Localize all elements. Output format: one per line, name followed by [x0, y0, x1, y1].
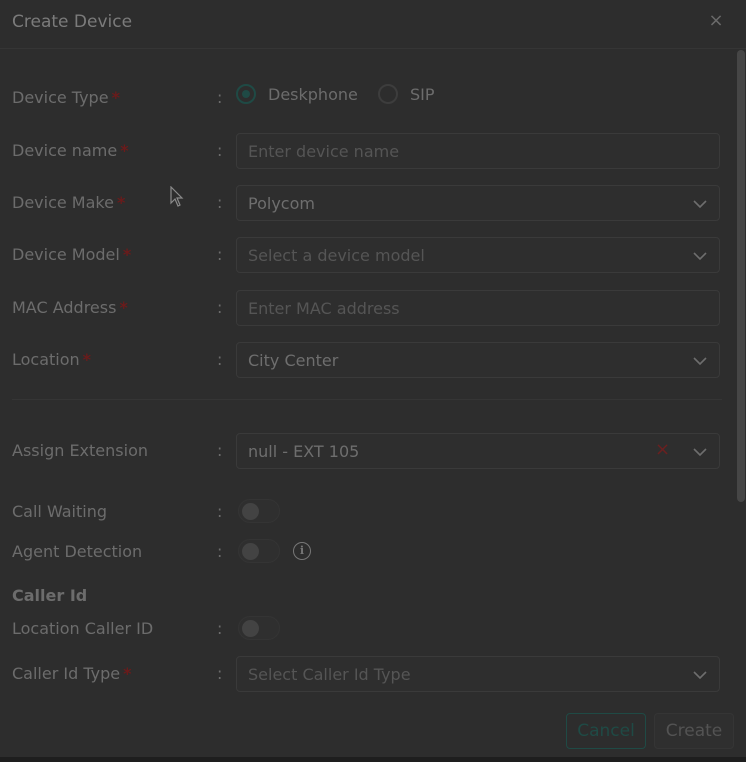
- location-value: City Center: [248, 351, 339, 370]
- colon: :: [217, 502, 223, 521]
- assign-extension-value: null - EXT 105: [248, 442, 360, 461]
- location-caller-id-row: Location Caller ID :: [0, 615, 734, 651]
- colon: :: [217, 193, 223, 212]
- radio-unselected-icon[interactable]: [378, 84, 398, 104]
- radio-sip[interactable]: SIP: [378, 82, 435, 106]
- device-make-row: Device Make * : Polycom: [0, 185, 734, 221]
- radio-selected-icon[interactable]: [236, 84, 256, 104]
- caller-id-type-select[interactable]: Select Caller Id Type: [236, 656, 720, 692]
- agent-detection-toggle[interactable]: [238, 539, 280, 563]
- colon: :: [217, 245, 223, 264]
- call-waiting-label: Call Waiting: [12, 502, 108, 521]
- create-device-dialog: Create Device × Device Type * : Deskphone…: [0, 0, 746, 762]
- caller-id-section-title: Caller Id: [12, 586, 88, 605]
- device-make-value: Polycom: [248, 194, 315, 213]
- section-divider: [12, 399, 722, 400]
- device-name-placeholder: Enter device name: [248, 142, 400, 161]
- colon: :: [217, 350, 223, 369]
- device-model-placeholder: Select a device model: [248, 246, 425, 265]
- caller-id-type-label: Caller Id Type *: [12, 664, 132, 683]
- mac-address-row: MAC Address * : Enter MAC address: [0, 290, 734, 326]
- mouse-pointer-icon: [170, 185, 184, 212]
- chevron-down-icon[interactable]: [693, 249, 707, 263]
- call-waiting-toggle[interactable]: [238, 499, 280, 523]
- mac-address-input[interactable]: Enter MAC address: [236, 290, 720, 326]
- dialog-header: Create Device ×: [0, 0, 746, 49]
- cancel-button[interactable]: Cancel: [566, 713, 646, 749]
- toggle-knob: [242, 503, 259, 520]
- info-icon[interactable]: i: [293, 542, 311, 560]
- close-icon[interactable]: ×: [708, 12, 724, 30]
- colon: :: [217, 619, 223, 638]
- radio-sip-label: SIP: [410, 84, 435, 104]
- call-waiting-row: Call Waiting :: [0, 498, 734, 534]
- device-model-label: Device Model *: [12, 245, 132, 264]
- location-caller-id-label: Location Caller ID: [12, 619, 154, 638]
- radio-deskphone-label: Deskphone: [268, 84, 358, 104]
- device-name-label: Device name *: [12, 141, 129, 160]
- colon: :: [217, 664, 223, 683]
- colon: :: [217, 88, 223, 107]
- mac-address-placeholder: Enter MAC address: [248, 299, 400, 318]
- agent-detection-row: Agent Detection : i: [0, 538, 734, 574]
- device-make-select[interactable]: Polycom: [236, 185, 720, 221]
- device-name-row: Device name * : Enter device name: [0, 133, 734, 169]
- device-type-label: Device Type *: [12, 88, 120, 107]
- location-row: Location * : City Center: [0, 342, 734, 378]
- colon: :: [217, 441, 223, 460]
- device-type-row: Device Type * : Deskphone SIP: [0, 82, 734, 118]
- device-make-label: Device Make *: [12, 193, 126, 212]
- device-model-row: Device Model * : Select a device model: [0, 237, 734, 273]
- dialog-footer: Cancel Create: [0, 702, 746, 762]
- dialog-title: Create Device: [12, 12, 133, 32]
- chevron-down-icon[interactable]: [693, 354, 707, 368]
- chevron-down-icon[interactable]: [693, 197, 707, 211]
- assign-extension-label: Assign Extension: [12, 441, 148, 460]
- scrollbar[interactable]: [737, 50, 745, 502]
- colon: :: [217, 542, 223, 561]
- device-name-input[interactable]: Enter device name: [236, 133, 720, 169]
- chevron-down-icon[interactable]: [693, 668, 707, 682]
- location-label: Location *: [12, 350, 92, 369]
- assign-extension-select[interactable]: null - EXT 105 ×: [236, 433, 720, 469]
- caller-id-type-row: Caller Id Type * : Select Caller Id Type: [0, 656, 734, 692]
- mac-address-label: MAC Address *: [12, 298, 128, 317]
- device-model-select[interactable]: Select a device model: [236, 237, 720, 273]
- chevron-down-icon[interactable]: [693, 445, 707, 459]
- location-select[interactable]: City Center: [236, 342, 720, 378]
- clear-icon[interactable]: ×: [655, 441, 671, 459]
- toggle-knob: [242, 620, 259, 637]
- radio-deskphone[interactable]: Deskphone: [236, 82, 358, 106]
- caller-id-type-placeholder: Select Caller Id Type: [248, 665, 411, 684]
- colon: :: [217, 141, 223, 160]
- location-caller-id-toggle[interactable]: [238, 616, 280, 640]
- agent-detection-label: Agent Detection: [12, 542, 143, 561]
- bottom-edge: [0, 757, 746, 762]
- create-button[interactable]: Create: [654, 713, 734, 749]
- assign-extension-row: Assign Extension : null - EXT 105 ×: [0, 433, 734, 469]
- colon: :: [217, 298, 223, 317]
- toggle-knob: [242, 543, 259, 560]
